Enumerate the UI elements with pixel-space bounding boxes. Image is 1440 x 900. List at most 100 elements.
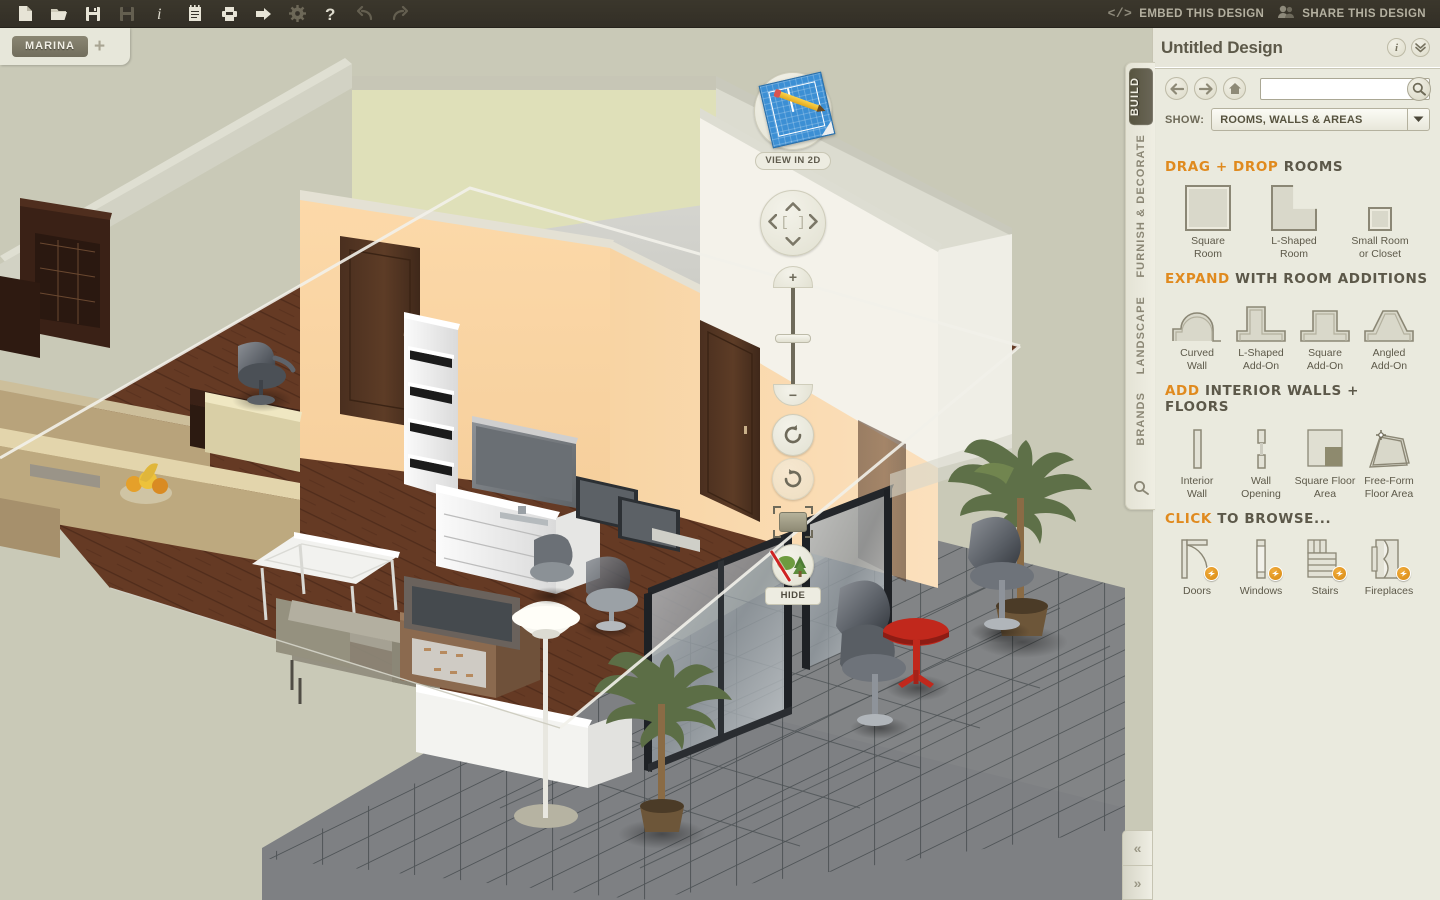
tool-l-shaped-room[interactable]: L-Shaped Room — [1251, 181, 1337, 261]
tool-square-room[interactable]: Square Room — [1165, 181, 1251, 261]
print-icon[interactable] — [212, 1, 246, 27]
tool-curved-wall[interactable]: Curved Wall — [1165, 293, 1229, 373]
info-icon[interactable]: i — [1387, 38, 1406, 57]
show-select-value: ROOMS, WALLS & AREAS — [1220, 113, 1363, 126]
new-file-icon[interactable] — [8, 1, 42, 27]
tool-label: Windows — [1239, 585, 1283, 597]
pan-down-icon[interactable] — [785, 232, 801, 249]
embed-design-button[interactable]: </> EMBED THIS DESIGN — [1108, 6, 1265, 21]
nav-back-button[interactable] — [1165, 77, 1188, 100]
open-folder-icon[interactable] — [42, 1, 76, 27]
redo-icon[interactable] — [382, 1, 416, 27]
rail-tab-build[interactable]: BUILD — [1128, 68, 1153, 126]
search-input[interactable] — [1260, 77, 1430, 100]
pan-left-icon[interactable] — [768, 213, 778, 232]
add-tab-button[interactable]: + — [94, 37, 105, 56]
tool-label-line2: Wall — [1186, 360, 1208, 372]
tool-interior-wall[interactable]: Interior Wall — [1165, 421, 1229, 501]
tool-doors[interactable]: Doors — [1165, 533, 1229, 598]
tool-label: Stairs — [1311, 585, 1339, 597]
tool-wall-opening[interactable]: Wall Opening — [1229, 421, 1293, 501]
browse-badge-icon — [1204, 566, 1219, 581]
tool-square-floor-area[interactable]: Square Floor Area — [1293, 421, 1357, 501]
view-in-2d-label[interactable]: VIEW IN 2D — [755, 152, 831, 170]
hide-plants-button[interactable] — [769, 544, 814, 586]
people-icon — [1278, 5, 1295, 22]
zoom-slider[interactable]: + − — [770, 266, 816, 406]
share-design-button[interactable]: SHARE THIS DESIGN — [1278, 5, 1426, 22]
collapse-next-button[interactable]: » — [1122, 865, 1152, 900]
tool-label: Fireplaces — [1364, 585, 1414, 597]
tool-label-line1: L-Shaped — [1271, 235, 1317, 247]
wall-opening-icon — [1257, 429, 1266, 469]
panel-header-icons: i — [1387, 38, 1430, 57]
tool-label-line2: Room — [1193, 248, 1222, 260]
zoom-slider-handle[interactable] — [775, 334, 811, 343]
pan-right-icon[interactable] — [808, 213, 818, 232]
panel-body: DRAG + DROP ROOMS Square Room L-Shaped R… — [1153, 141, 1440, 598]
tool-free-form-floor-area[interactable]: Free-Form Floor Area — [1357, 421, 1421, 501]
chevron-double-down-icon[interactable] — [1411, 38, 1430, 57]
screenshot-camera-button[interactable] — [772, 506, 814, 538]
rotate-right-button[interactable] — [772, 458, 814, 500]
settings-gear-icon[interactable] — [280, 1, 314, 27]
rotate-left-button[interactable] — [772, 414, 814, 456]
tool-label-line1: Curved — [1180, 347, 1214, 359]
section-title-interior-walls-floors: ADD INTERIOR WALLS + FLOORS — [1165, 383, 1428, 415]
hide-plants-label[interactable]: HIDE — [765, 587, 821, 605]
tool-angled-add-on[interactable]: Angled Add-On — [1357, 293, 1421, 373]
section-title-hl: DRAG + DROP — [1165, 159, 1279, 175]
pan-up-icon[interactable] — [785, 197, 801, 214]
rooms-grid: Square Room L-Shaped Room Small Room or … — [1165, 181, 1428, 261]
help-icon[interactable]: ? — [314, 1, 348, 27]
view-in-2d-button[interactable] — [754, 71, 836, 150]
browse-badge-icon — [1396, 566, 1411, 581]
pan-control[interactable]: [ ] — [760, 190, 826, 256]
collapse-prev-button[interactable]: « — [1122, 830, 1152, 865]
toolbar-icon-group: i ? — [0, 1, 416, 27]
design-canvas[interactable]: VIEW IN 2D [ ] + − HIDE — [0, 28, 1125, 900]
tool-label-line2: Floor Area — [1364, 488, 1414, 500]
tool-label-line1: Angled — [1372, 347, 1406, 359]
tool-square-add-on[interactable]: Square Add-On — [1293, 293, 1357, 373]
zoom-in-button[interactable]: + — [773, 266, 813, 288]
tool-l-shaped-add-on[interactable]: L-Shaped Add-On — [1229, 293, 1293, 373]
recenter-view-button[interactable]: [ ] — [780, 215, 805, 231]
browse-badge-icon — [1268, 566, 1283, 581]
save-as-icon[interactable] — [110, 1, 144, 27]
rail-tab-landscape[interactable]: LANDSCAPE — [1135, 287, 1147, 383]
rail-tab-furnish-decorate[interactable]: FURNISH & DECORATE — [1135, 125, 1147, 287]
home-icon[interactable] — [1223, 77, 1246, 100]
tool-windows[interactable]: Windows — [1229, 533, 1293, 598]
curved-wall-icon — [1172, 312, 1221, 342]
tool-small-room-or-closet[interactable]: Small Room or Closet — [1337, 181, 1423, 261]
tool-label-line1: Interior — [1180, 475, 1214, 487]
chevron-down-icon[interactable] — [1407, 109, 1429, 130]
square-floor-area-icon — [1307, 429, 1343, 467]
show-select[interactable]: ROOMS, WALLS & AREAS — [1211, 108, 1430, 131]
section-title-click-to-browse: CLICK TO BROWSE... — [1165, 511, 1428, 527]
top-toolbar: i ? </> EMBED THIS DESIGN SHARE THIS DES… — [0, 0, 1440, 28]
tool-fireplaces[interactable]: Fireplaces — [1357, 533, 1421, 598]
square-room-icon — [1185, 185, 1231, 231]
notes-icon[interactable] — [178, 1, 212, 27]
browse-grid: Doors Windows Stairs Fireplaces — [1165, 533, 1428, 598]
save-icon[interactable] — [76, 1, 110, 27]
tool-stairs[interactable]: Stairs — [1293, 533, 1357, 598]
tool-label-line1: Square — [1191, 235, 1225, 247]
search-icon[interactable] — [1133, 480, 1149, 501]
undo-icon[interactable] — [348, 1, 382, 27]
panel-navigation — [1153, 68, 1440, 108]
interior-walls-grid: Interior Wall Wall Opening Square Floor … — [1165, 421, 1428, 501]
tool-label-line2: or Closet — [1358, 248, 1401, 260]
info-icon[interactable]: i — [144, 1, 178, 27]
shelving-unit — [404, 312, 460, 500]
rail-tab-brands[interactable]: BRANDS — [1135, 383, 1147, 455]
document-tab-marina[interactable]: MARINA — [12, 36, 88, 57]
interior-wall-icon — [1193, 429, 1202, 469]
nav-forward-button[interactable] — [1194, 77, 1217, 100]
export-icon[interactable] — [246, 1, 280, 27]
zoom-out-button[interactable]: − — [773, 384, 813, 406]
search-icon[interactable] — [1407, 76, 1431, 101]
section-title-hl: CLICK — [1165, 511, 1212, 527]
